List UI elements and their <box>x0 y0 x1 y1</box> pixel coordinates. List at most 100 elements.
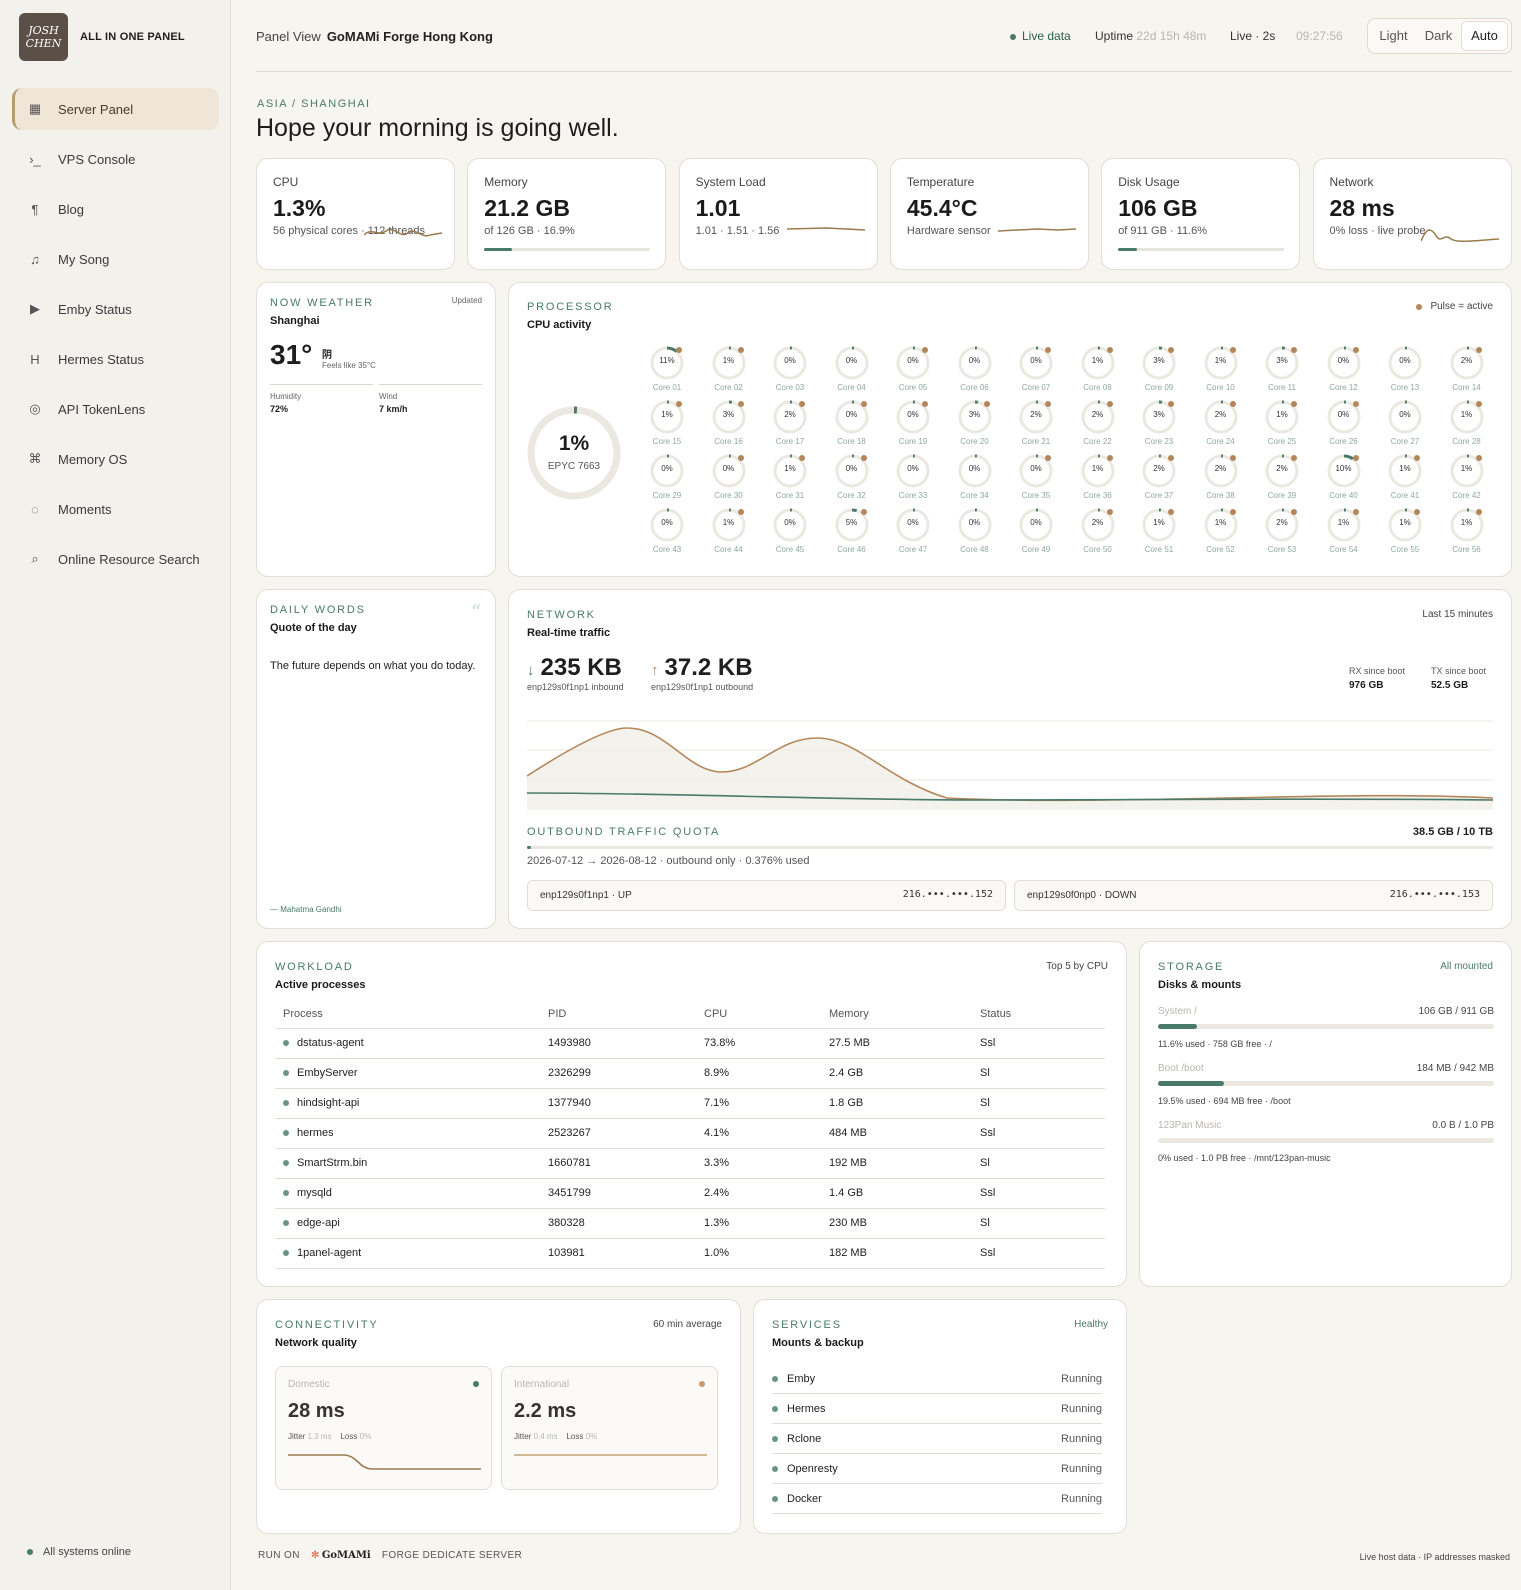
table-row[interactable]: SmartStrm.bin 1660781 3.3% 192 MB Sl <box>275 1148 1105 1179</box>
brand-name: ALL IN ONE PANEL <box>80 31 185 43</box>
core-value: 0% <box>1030 356 1042 365</box>
table-row[interactable]: dstatus-agent 1493980 73.8% 27.5 MB Ssl <box>275 1028 1105 1059</box>
stat-value: 106 GB <box>1118 195 1198 221</box>
table-cell: 3.3% <box>696 1148 821 1179</box>
network-title: Real-time traffic <box>527 627 611 639</box>
service-dot <box>772 1465 778 1472</box>
weather-city: Shanghai <box>270 315 320 327</box>
column-header[interactable]: CPU <box>696 1000 821 1029</box>
service-dot <box>772 1375 778 1382</box>
table-cell: 27.5 MB <box>821 1028 972 1059</box>
table-cell: 484 MB <box>821 1118 972 1149</box>
disk-item[interactable]: 123Pan Music 0.0 B / 1.0 PB 0% used · 1.0 … <box>1158 1120 1494 1170</box>
sidebar-nav: ▦ Server Panel ›_ VPS Console ¶ Blog ♫ My Song ▶… <box>12 88 219 588</box>
core-value: 0% <box>845 356 858 365</box>
core-gauge: 2% Core 24 <box>1203 399 1239 447</box>
sidebar-item-moments[interactable]: ◌ Moments <box>12 488 219 530</box>
interface-down[interactable]: enp129s0f0np0 · DOWN 216.•••.•••.153 <box>1014 880 1493 911</box>
core-gauge: 0% Core 06 <box>957 345 993 393</box>
sidebar-item-my-song[interactable]: ♫ My Song <box>12 238 219 280</box>
core-label: Core 46 <box>837 545 866 554</box>
stat-label: CPU <box>273 175 299 189</box>
table-cell: 380328 <box>540 1208 696 1239</box>
footer-run-on: RUN ON <box>258 1550 300 1561</box>
disk-size: 184 MB / 942 MB <box>1416 1063 1494 1074</box>
services-card: SERVICES Mounts & backup Healthy Emby Run… <box>753 1299 1127 1534</box>
table-cell: Ssl <box>972 1028 1105 1059</box>
theme-light-button[interactable]: Light <box>1371 22 1416 50</box>
core-gauge: 0% Core 12 <box>1326 345 1362 393</box>
interface-up[interactable]: enp129s0f1np1 · UP 216.•••.•••.152 <box>527 880 1006 911</box>
logo[interactable]: JOSH CHEN <box>19 13 68 61</box>
service-item[interactable]: Docker Running <box>772 1484 1102 1514</box>
sidebar-item-hermes-status[interactable]: H Hermes Status <box>12 338 219 380</box>
service-item[interactable]: Emby Running <box>772 1364 1102 1394</box>
column-header[interactable]: Status <box>972 1000 1105 1029</box>
table-row[interactable]: edge-api 380328 1.3% 230 MB Sl <box>275 1208 1105 1239</box>
table-row[interactable]: 1panel-agent 103981 1.0% 182 MB Ssl <box>275 1238 1105 1269</box>
nav-icon: H <box>30 351 40 367</box>
sidebar: JOSH CHEN ALL IN ONE PANEL ▦ Server Panel… <box>0 0 231 1590</box>
table-cell: edge-api <box>275 1208 540 1239</box>
sidebar-item-online-resource-search[interactable]: ⌕ Online Resource Search <box>12 538 219 580</box>
stat-sub: 0% loss · live probe <box>1329 225 1426 237</box>
core-label: Core 53 <box>1267 545 1297 554</box>
intl-quality[interactable]: International 2.2 ms Jitter 0.4 ms Loss … <box>501 1366 718 1490</box>
core-label: Core 17 <box>775 437 805 446</box>
core-gauge: 1% Core 44 <box>711 507 747 555</box>
table-row[interactable]: hindsight-api 1377940 7.1% 1.8 GB Sl <box>275 1088 1105 1119</box>
intl-loss: 0% <box>585 1432 598 1441</box>
sidebar-item-label: Emby Status <box>58 301 132 317</box>
service-item[interactable]: Rclone Running <box>772 1424 1102 1454</box>
intl-loss-label: Loss <box>566 1432 584 1441</box>
column-header[interactable]: PID <box>540 1000 696 1029</box>
services-title: Mounts & backup <box>772 1337 864 1349</box>
table-cell: 103981 <box>540 1238 696 1269</box>
core-label: Core 03 <box>775 383 805 392</box>
disk-item[interactable]: System / 106 GB / 911 GB 11.6% used · 758 … <box>1158 1006 1494 1056</box>
theme-auto-button[interactable]: Auto <box>1461 21 1508 51</box>
column-header[interactable]: Process <box>275 1000 540 1029</box>
table-row[interactable]: mysqld 3451799 2.4% 1.4 GB Ssl <box>275 1178 1105 1209</box>
footer-note: Live host data · IP addresses masked <box>1359 1552 1510 1562</box>
weather-temp: 31° <box>270 339 313 370</box>
table-row[interactable]: hermes 2523267 4.1% 484 MB Ssl <box>275 1118 1105 1149</box>
sidebar-item-api-tokenlens[interactable]: ◎ API TokenLens <box>12 388 219 430</box>
workload-title: Active processes <box>275 979 366 991</box>
core-label: Core 07 <box>1021 383 1051 392</box>
table-cell: 2523267 <box>540 1118 696 1149</box>
table-cell: 1.3% <box>696 1208 821 1239</box>
core-value: 0% <box>784 518 796 527</box>
sidebar-item-memory-os[interactable]: ⌘ Memory OS <box>12 438 219 480</box>
sidebar-item-label: My Song <box>58 251 110 267</box>
table-cell: hindsight-api <box>275 1088 540 1119</box>
core-label: Core 23 <box>1144 437 1174 446</box>
core-gauge: 2% Core 22 <box>1080 399 1116 447</box>
core-label: Core 20 <box>960 437 989 446</box>
sidebar-item-emby-status[interactable]: ▶ Emby Status <box>12 288 219 330</box>
core-label: Core 25 <box>1267 437 1297 446</box>
service-item[interactable]: Openresty Running <box>772 1454 1102 1484</box>
core-gauge: 1% Core 52 <box>1203 507 1239 555</box>
sidebar-item-server-panel[interactable]: ▦ Server Panel <box>12 88 219 130</box>
table-row[interactable]: EmbyServer 2326299 8.9% 2.4 GB Sl <box>275 1058 1105 1089</box>
stat-label: Memory <box>484 175 528 189</box>
core-gauge: 1% Core 42 <box>1449 453 1485 501</box>
sidebar-item-vps-console[interactable]: ›_ VPS Console <box>12 138 219 180</box>
theme-dark-button[interactable]: Dark <box>1416 22 1461 50</box>
domestic-quality[interactable]: Domestic 28 ms Jitter 1.3 ms Loss 0% <box>275 1366 492 1490</box>
core-label: Core 55 <box>1390 545 1420 554</box>
sidebar-item-blog[interactable]: ¶ Blog <box>12 188 219 230</box>
core-label: Core 42 <box>1452 491 1481 500</box>
core-value: 1% <box>1276 410 1288 419</box>
process-name: edge-api <box>297 1217 340 1229</box>
core-label: Core 26 <box>1329 437 1358 446</box>
service-item[interactable]: Hermes Running <box>772 1394 1102 1424</box>
core-label: Core 19 <box>898 437 928 446</box>
quota-bar <box>527 846 1493 849</box>
column-header[interactable]: Memory <box>821 1000 972 1029</box>
domestic-sparkline <box>288 1454 481 1470</box>
disk-item[interactable]: Boot /boot 184 MB / 942 MB 19.5% used · 69… <box>1158 1063 1494 1113</box>
sidebar-item-label: API TokenLens <box>58 401 146 417</box>
stat-sparkline <box>786 227 865 231</box>
